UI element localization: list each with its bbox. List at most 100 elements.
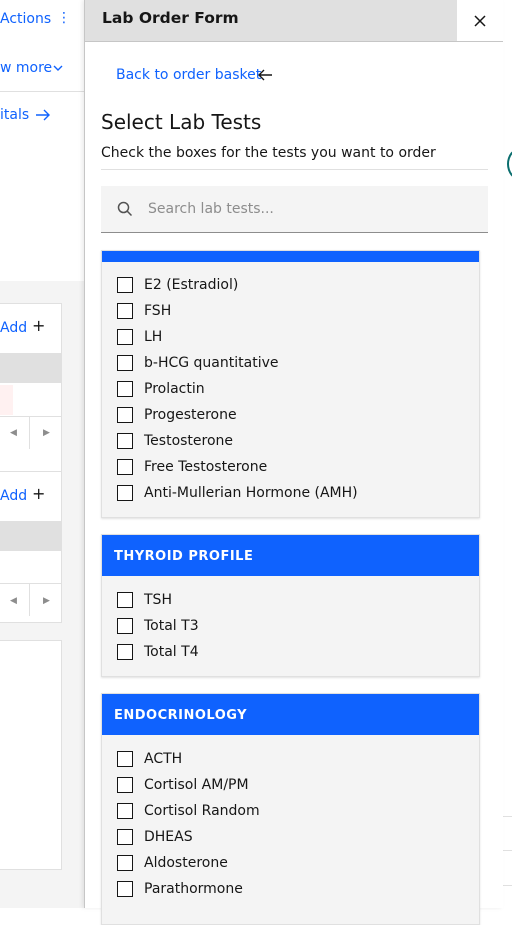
search-icon <box>117 201 133 217</box>
side-action-button[interactable] <box>502 850 512 886</box>
plus-icon[interactable]: + <box>32 484 45 503</box>
checkbox[interactable] <box>117 433 133 449</box>
test-option[interactable]: Testosterone <box>117 431 233 451</box>
test-label: LH <box>144 329 163 345</box>
test-option[interactable]: DHEAS <box>117 827 193 847</box>
table-cell-highlight <box>0 385 13 415</box>
caret-left-icon[interactable]: ◀ <box>10 428 17 438</box>
group-title: ENDOCRINOLOGY <box>114 708 248 723</box>
vitals-link[interactable]: itals <box>0 107 29 123</box>
group-header: THYROID PROFILE <box>102 535 479 576</box>
group-header: ENDOCRINOLOGY <box>102 694 479 735</box>
test-option[interactable]: TSH <box>117 590 172 610</box>
checkbox[interactable] <box>117 803 133 819</box>
search-input[interactable] <box>148 199 468 219</box>
test-label: Cortisol Random <box>144 803 260 819</box>
divider <box>0 416 61 417</box>
back-to-basket-link[interactable]: Back to order basket <box>116 67 261 83</box>
add-link[interactable]: Add <box>0 488 27 504</box>
test-option[interactable]: Parathormone <box>117 879 243 899</box>
arrow-right-icon <box>36 109 50 121</box>
caret-right-icon[interactable]: ▶ <box>43 428 50 438</box>
divider <box>101 169 488 170</box>
test-label: Cortisol AM/PM <box>144 777 249 793</box>
test-option[interactable]: Cortisol Random <box>117 801 260 821</box>
table-header <box>0 521 61 551</box>
checkbox[interactable] <box>117 407 133 423</box>
background-lower-area: Add + ◀ ▶ Add + ◀ ▶ <box>0 281 84 908</box>
checkbox[interactable] <box>117 855 133 871</box>
test-option[interactable]: b-HCG quantitative <box>117 353 278 373</box>
test-option[interactable]: Cortisol AM/PM <box>117 775 249 795</box>
right-edge <box>502 0 512 908</box>
test-label: DHEAS <box>144 829 193 845</box>
test-group: ENDOCRINOLOGY ACTH Cortisol AM/PM Cortis… <box>101 693 480 925</box>
checkbox[interactable] <box>117 303 133 319</box>
test-label: Anti-Mullerian Hormone (AMH) <box>144 485 358 501</box>
test-option[interactable]: Progesterone <box>117 405 237 425</box>
test-label: Progesterone <box>144 407 237 423</box>
background-page-top: Actions ⋮ w more itals <box>0 0 84 280</box>
panel-title: Lab Order Form <box>102 9 239 27</box>
caret-left-icon[interactable]: ◀ <box>10 596 17 606</box>
checkbox[interactable] <box>117 829 133 845</box>
test-label: ACTH <box>144 751 183 767</box>
test-option[interactable]: Total T4 <box>117 642 199 662</box>
summary-card: Add + ◀ ▶ <box>0 303 62 475</box>
test-group: THYROID PROFILE TSH Total T3 Total T4 <box>101 534 480 677</box>
checkbox[interactable] <box>117 485 133 501</box>
actions-link[interactable]: Actions <box>0 11 51 27</box>
group-title: THYROID PROFILE <box>114 549 254 564</box>
test-option[interactable]: Free Testosterone <box>117 457 267 477</box>
test-label: Prolactin <box>144 381 205 397</box>
page-title: Select Lab Tests <box>101 110 262 134</box>
test-label: b-HCG quantitative <box>144 355 279 371</box>
divider <box>29 584 30 616</box>
plus-icon[interactable]: + <box>32 316 45 335</box>
background-page: Actions ⋮ w more itals Add + ◀ ▶ Add + ◀ <box>0 0 84 908</box>
chevron-down-icon <box>53 65 63 71</box>
checkbox[interactable] <box>117 777 133 793</box>
caret-right-icon[interactable]: ▶ <box>43 596 50 606</box>
divider <box>29 417 30 449</box>
test-option[interactable]: Total T3 <box>117 616 199 636</box>
overflow-menu-icon[interactable]: ⋮ <box>57 10 71 26</box>
checkbox[interactable] <box>117 881 133 897</box>
arrow-left-icon[interactable] <box>258 69 273 81</box>
test-label: FSH <box>144 303 172 319</box>
test-label: Testosterone <box>144 433 234 449</box>
checkbox[interactable] <box>117 751 133 767</box>
add-link[interactable]: Add <box>0 320 27 336</box>
checkbox[interactable] <box>117 329 133 345</box>
checkbox[interactable] <box>117 644 133 660</box>
test-option[interactable]: LH <box>117 327 162 347</box>
test-option[interactable]: ACTH <box>117 749 182 769</box>
test-option[interactable]: E2 (Estradiol) <box>117 275 238 295</box>
table-header <box>0 353 61 383</box>
summary-card: Add + ◀ ▶ <box>0 471 62 623</box>
close-button[interactable] <box>457 0 503 41</box>
show-more-link[interactable]: w more <box>0 60 52 76</box>
checkbox[interactable] <box>117 459 133 475</box>
test-option[interactable]: Prolactin <box>117 379 205 399</box>
test-label: Total T4 <box>144 644 199 660</box>
test-label: Parathormone <box>144 881 243 897</box>
close-icon <box>474 14 486 27</box>
checkbox[interactable] <box>117 355 133 371</box>
checkbox[interactable] <box>117 381 133 397</box>
test-label: TSH <box>144 592 172 608</box>
search-box[interactable] <box>101 186 488 233</box>
group-header <box>102 251 479 262</box>
test-option[interactable]: Aldosterone <box>117 853 228 873</box>
checkbox[interactable] <box>117 592 133 608</box>
notes-card <box>0 640 62 870</box>
test-option[interactable]: Anti-Mullerian Hormone (AMH) <box>117 483 358 503</box>
checkbox[interactable] <box>117 618 133 634</box>
test-group: E2 (Estradiol) FSH LH b-HCG quantitative… <box>101 250 480 518</box>
checkbox[interactable] <box>117 277 133 293</box>
panel-header: Lab Order Form <box>85 0 503 42</box>
test-label: E2 (Estradiol) <box>144 277 239 293</box>
side-action-button[interactable] <box>502 816 512 852</box>
test-label: Aldosterone <box>144 855 228 871</box>
test-option[interactable]: FSH <box>117 301 171 321</box>
